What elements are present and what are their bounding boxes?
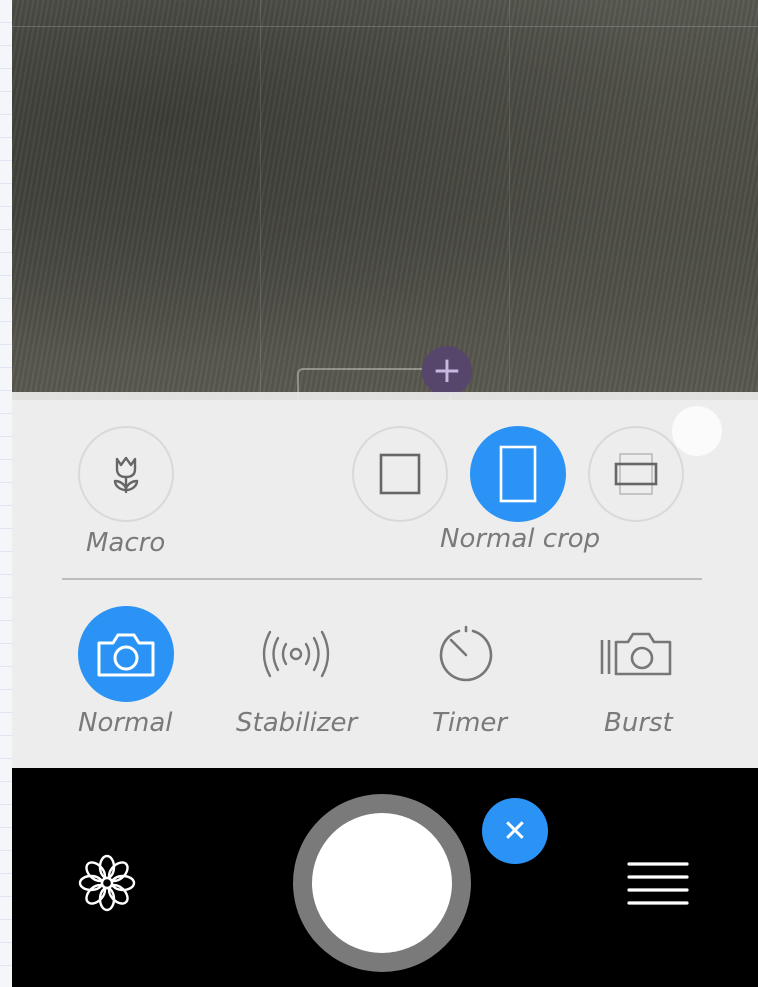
close-symbol: ✕ (502, 813, 528, 849)
grid-line (260, 0, 261, 400)
stabilizer-icon (262, 630, 330, 678)
crop-landscape-button[interactable] (588, 426, 684, 522)
stabilizer-mode-button[interactable] (248, 606, 344, 702)
camera-icon (97, 633, 155, 677)
square-crop-icon (379, 453, 421, 495)
portrait-crop-icon (499, 445, 537, 503)
tulip-icon (113, 456, 139, 494)
divider (62, 578, 702, 580)
crop-portrait-button[interactable] (470, 426, 566, 522)
bottom-bar: ✕ (12, 768, 758, 987)
camera-viewfinder[interactable] (12, 0, 758, 400)
macro-label: Macro (86, 528, 166, 558)
normal-mode-button[interactable] (78, 606, 174, 702)
burst-icon (600, 632, 672, 676)
plus-symbol: + (431, 350, 463, 391)
grid-line (509, 0, 510, 400)
focus-add-icon[interactable]: + (422, 346, 472, 396)
options-panel: Macro Normal crop Normal Stabilizer Time… (12, 392, 758, 768)
camera-screen: + Macro Normal crop Normal Stabilizer Ti… (12, 0, 758, 987)
landscape-crop-icon (614, 453, 658, 495)
macro-button[interactable] (78, 426, 174, 522)
close-icon[interactable]: ✕ (482, 798, 548, 864)
grid-line (12, 26, 758, 27)
timer-mode-button[interactable] (418, 606, 514, 702)
timer-icon (439, 625, 493, 682)
normal-mode-label: Normal (78, 708, 173, 738)
stabilizer-mode-label: Stabilizer (236, 708, 358, 738)
burst-mode-label: Burst (604, 708, 673, 738)
panel-handle[interactable] (672, 406, 722, 456)
page-margin (0, 0, 12, 987)
crop-square-button[interactable] (352, 426, 448, 522)
menu-icon[interactable] (626, 860, 690, 908)
crop-label: Normal crop (440, 524, 601, 554)
shutter-button[interactable] (312, 813, 452, 953)
timer-mode-label: Timer (432, 708, 508, 738)
flower-icon[interactable] (74, 850, 140, 916)
burst-mode-button[interactable] (588, 606, 684, 702)
